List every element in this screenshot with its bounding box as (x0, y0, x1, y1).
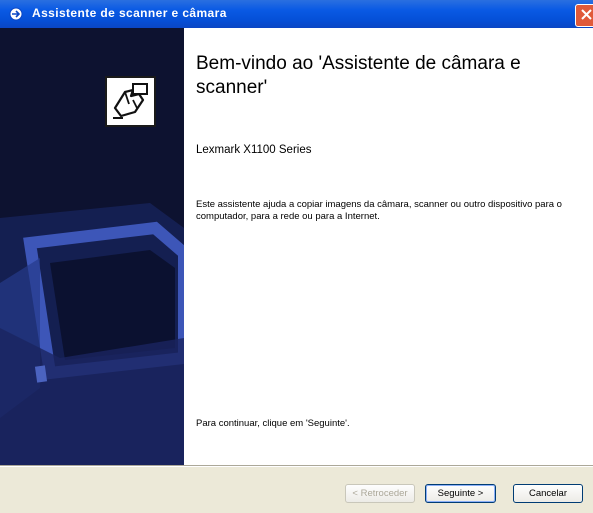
wizard-description: Este assistente ajuda a copiar imagens d… (196, 199, 562, 222)
footer-divider (0, 465, 593, 467)
close-icon (581, 9, 592, 20)
device-name: Lexmark X1100 Series (196, 144, 312, 156)
wizard-window: Assistente de scanner e câmara Bem-vindo… (0, 0, 593, 513)
window-title: Assistente de scanner e câmara (32, 6, 227, 20)
hand-camera-icon (105, 76, 156, 127)
back-button[interactable]: < Retroceder (345, 484, 415, 503)
next-button[interactable]: Seguinte > (425, 484, 496, 503)
title-bar[interactable]: Assistente de scanner e câmara (0, 0, 593, 28)
scanner-illustration (0, 203, 184, 465)
page-title: Bem-vindo ao 'Assistente de câmara e sca… (196, 53, 521, 98)
wizard-content: Bem-vindo ao 'Assistente de câmara e sca… (184, 28, 593, 465)
wizard-side-panel (0, 28, 184, 465)
close-button[interactable] (575, 4, 593, 27)
cancel-button[interactable]: Cancelar (513, 484, 583, 503)
continue-instruction: Para continuar, clique em 'Seguinte'. (196, 418, 350, 429)
scanner-camera-wizard-icon (8, 6, 24, 22)
